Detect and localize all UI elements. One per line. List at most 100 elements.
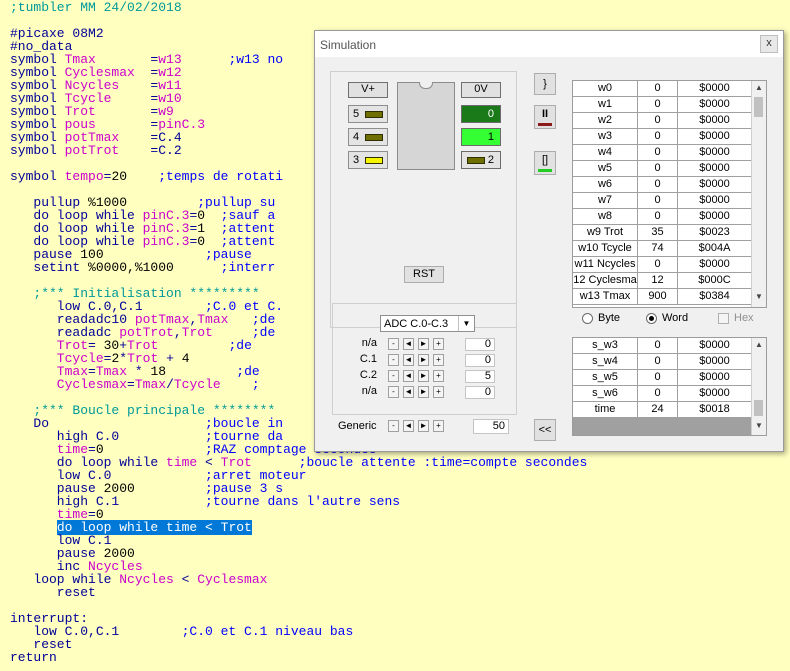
variables-scrollbar[interactable]: ▲ ▼: [751, 81, 766, 307]
pause-indicator-icon: [538, 123, 552, 126]
var-name: w4: [573, 145, 638, 161]
adc-1-plus-button[interactable]: +: [433, 354, 444, 366]
adc-value[interactable]: 5: [465, 370, 495, 383]
var-hex: $0000: [678, 113, 752, 129]
var-decimal: 0: [638, 370, 678, 386]
var-hex: $0000: [678, 209, 752, 225]
pause-button[interactable]: II: [534, 105, 556, 129]
input-pin-3-button[interactable]: 3: [348, 151, 388, 169]
adc-0-right-button[interactable]: ►: [418, 338, 429, 350]
system-scrollbar[interactable]: ▲ ▼: [751, 338, 766, 435]
generic-label: Generic: [338, 420, 377, 432]
code-line[interactable]: setint %0000,%1000 ;interr: [10, 261, 275, 274]
scroll-down-icon[interactable]: ▼: [752, 292, 766, 304]
adc-select[interactable]: ADC C.0-C.3 ▼: [380, 315, 475, 332]
var-hex: $0000: [678, 145, 752, 161]
scroll-thumb[interactable]: [754, 400, 763, 416]
code-token: potTrot: [64, 143, 120, 158]
hex-label: Hex: [734, 312, 754, 324]
generic-plus-button[interactable]: +: [433, 420, 444, 432]
code-token: Cyclesmax: [10, 377, 128, 392]
generic-left-button[interactable]: ◄: [403, 420, 414, 432]
var-name: w3: [573, 129, 638, 145]
adc-1-minus-button[interactable]: -: [388, 354, 399, 366]
code-token: Tcycle: [173, 377, 221, 392]
adc-2-plus-button[interactable]: +: [433, 370, 444, 382]
scroll-thumb[interactable]: [754, 97, 763, 117]
adc-value[interactable]: 0: [465, 386, 495, 399]
var-hex: $0000: [678, 354, 752, 370]
vplus-button[interactable]: V+: [348, 82, 388, 98]
adc-0-left-button[interactable]: ◄: [403, 338, 414, 350]
generic-minus-button[interactable]: -: [388, 420, 399, 432]
chevron-down-icon[interactable]: ▼: [458, 316, 474, 331]
var-name: w1: [573, 97, 638, 113]
back-button[interactable]: <<: [534, 419, 556, 441]
run-indicator-icon: [538, 169, 552, 172]
simulation-title-bar[interactable]: Simulation x: [315, 31, 783, 57]
adc-2-left-button[interactable]: ◄: [403, 370, 414, 382]
hex-checkbox[interactable]: [718, 313, 729, 324]
pin-label: 0: [487, 108, 494, 120]
pin-led-icon: [467, 157, 485, 164]
adc-label: n/a: [361, 385, 377, 397]
byte-radio[interactable]: [582, 313, 593, 324]
code-line[interactable]: symbol tempo=20 ;temps de rotati: [10, 170, 283, 183]
adc-3-minus-button[interactable]: -: [388, 386, 399, 398]
var-name: w13 Tmax: [573, 289, 638, 305]
code-line[interactable]: ;tumbler MM 24/02/2018: [10, 1, 182, 14]
code-token: /: [166, 377, 174, 392]
var-hex: $0000: [678, 370, 752, 386]
stop-button[interactable]: []: [534, 151, 556, 175]
variables-table[interactable]: w0 0 $0000 w1 0 $0000 w2 0 $0000 w3 0 $0000 w4 0 $0000…: [572, 80, 767, 308]
simulation-window: Simulation x V+ 0V 5 4 3 0 1 2 RST } II [] <…: [314, 30, 784, 452]
code-token: ;C.0 et C.1 niveau bas: [119, 624, 354, 639]
word-label: Word: [662, 312, 689, 324]
generic-value[interactable]: 50: [473, 419, 509, 434]
var-decimal: 0: [638, 145, 678, 161]
var-hex: $0000: [678, 257, 752, 273]
adc-value[interactable]: 0: [465, 354, 495, 367]
input-pin-4-button[interactable]: 4: [348, 128, 388, 146]
system-variables-table[interactable]: s_w3 0 $0000 s_w4 0 $0000 s_w5 0 $0000 s_w6 0 $0000…: [572, 337, 767, 436]
adc-3-plus-button[interactable]: +: [433, 386, 444, 398]
code-token: setint: [10, 260, 89, 275]
var-name: w0: [573, 81, 638, 97]
var-hex: $0023: [678, 225, 752, 241]
step-button[interactable]: }: [534, 73, 556, 95]
code-line[interactable]: symbol potTrot =C.2: [10, 144, 182, 157]
code-token: reset: [10, 585, 96, 600]
code-line[interactable]: Cyclesmax=Tmax/Tcycle ;: [10, 378, 260, 391]
var-name: s_w3: [573, 338, 638, 354]
code-token: Ncycles: [119, 572, 174, 587]
code-line[interactable]: reset: [10, 586, 96, 599]
adc-3-left-button[interactable]: ◄: [403, 386, 414, 398]
input-pin-5-button[interactable]: 5: [348, 105, 388, 123]
close-button[interactable]: x: [760, 35, 778, 53]
word-radio[interactable]: [646, 313, 657, 324]
code-token: Tmax: [134, 377, 167, 392]
code-token: ;: [220, 377, 260, 392]
var-hex: $0000: [678, 193, 752, 209]
output-pin-1: 1: [461, 128, 501, 146]
zerov-button[interactable]: 0V: [461, 82, 501, 98]
var-name: w10 Tcycle: [573, 241, 638, 257]
adc-2-right-button[interactable]: ►: [418, 370, 429, 382]
scroll-up-icon[interactable]: ▲: [752, 340, 766, 352]
var-name: w11 Ncycles: [573, 257, 638, 273]
adc-0-minus-button[interactable]: -: [388, 338, 399, 350]
adc-0-plus-button[interactable]: +: [433, 338, 444, 350]
var-name: 12 Cyclesma: [573, 273, 638, 289]
adc-2-minus-button[interactable]: -: [388, 370, 399, 382]
generic-right-button[interactable]: ►: [418, 420, 429, 432]
pin-label: 2: [487, 154, 494, 166]
adc-value[interactable]: 0: [465, 338, 495, 351]
adc-1-right-button[interactable]: ►: [418, 354, 429, 366]
scroll-down-icon[interactable]: ▼: [752, 421, 766, 433]
scroll-up-icon[interactable]: ▲: [752, 83, 766, 95]
adc-1-left-button[interactable]: ◄: [403, 354, 414, 366]
code-line[interactable]: return: [10, 651, 57, 664]
rst-button[interactable]: RST: [404, 266, 444, 283]
var-decimal: 0: [638, 81, 678, 97]
adc-3-right-button[interactable]: ►: [418, 386, 429, 398]
